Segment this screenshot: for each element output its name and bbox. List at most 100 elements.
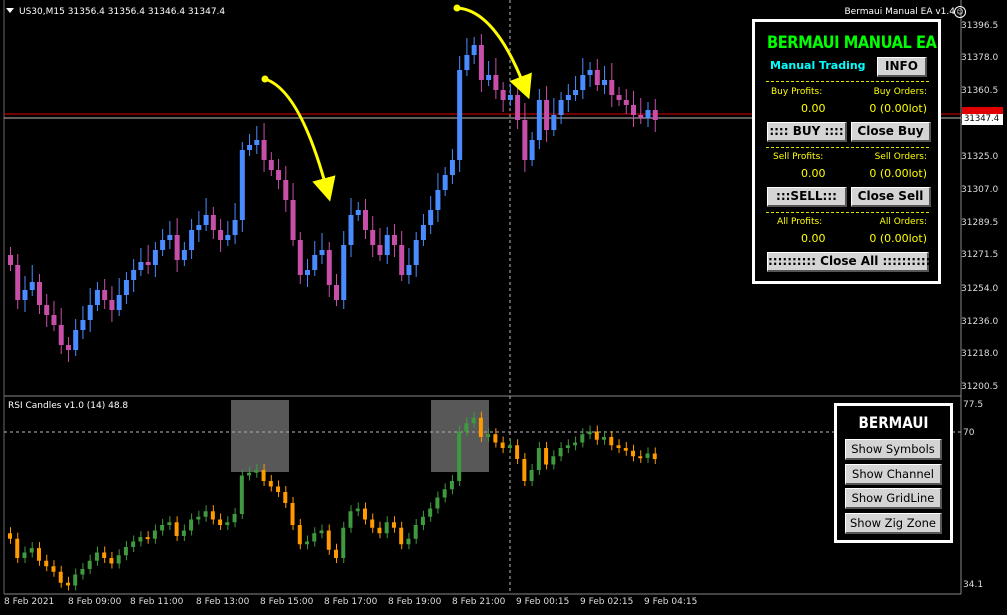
candle-body: [399, 245, 405, 275]
candle-body: [160, 240, 166, 250]
show-channel-button[interactable]: Show Channel: [845, 464, 942, 485]
time-axis-label: 8 Feb 21:00: [452, 597, 506, 607]
candle-body: [348, 215, 354, 245]
rsi-candle-body: [645, 453, 650, 458]
candle-body: [94, 290, 100, 305]
rsi-candle-body: [616, 445, 621, 448]
rsi-candle-body: [587, 431, 592, 435]
rsi-candle-body: [138, 537, 143, 542]
rsi-candle-body: [384, 522, 389, 534]
rsi-candle-body: [102, 552, 107, 558]
rsi-level-70: 70: [963, 428, 975, 438]
rsi-candle-body: [36, 548, 41, 561]
rsi-candle-body: [225, 522, 230, 525]
time-axis-label: 8 Feb 11:00: [130, 597, 184, 607]
ea-name-label: Bermaui Manual EA v1.4: [844, 7, 955, 17]
bermaui-panel-title: BERMAUI: [858, 413, 929, 432]
rsi-candle-body: [232, 514, 237, 523]
sell-orders-label: Sell Orders:: [874, 152, 927, 162]
candle-body: [239, 150, 245, 220]
rsi-candle-body: [196, 516, 201, 520]
rsi-candle-body: [247, 472, 252, 476]
sell-button[interactable]: :::SELL:::: [767, 187, 847, 207]
rsi-candle-body: [544, 448, 549, 465]
rsi-candle-body: [370, 519, 375, 528]
show-zig-zone-button[interactable]: Show Zig Zone: [845, 513, 942, 534]
close-sell-button[interactable]: Close Sell: [851, 187, 931, 207]
rsi-candle-body: [181, 530, 186, 536]
show-symbols-button[interactable]: Show Symbols: [845, 439, 942, 460]
candle-body: [529, 140, 535, 160]
candle-body: [573, 90, 579, 95]
price-axis-label: 31307.0: [961, 185, 999, 195]
rsi-candle-body: [326, 530, 331, 550]
price-axis-label: 31271.5: [961, 250, 999, 260]
rsi-candle-body: [580, 434, 585, 443]
candle-body: [609, 80, 615, 95]
candle-body: [449, 160, 455, 175]
rsi-candle-body: [174, 522, 179, 536]
rsi-candle-body: [435, 497, 440, 509]
candle-body: [210, 215, 216, 230]
all-orders-value: 0 (0.00lot): [869, 232, 927, 245]
candle-body: [616, 95, 622, 100]
show-gridline-button[interactable]: Show GridLine: [845, 488, 942, 509]
rsi-candle-body: [160, 525, 165, 531]
rsi-candle-body: [109, 558, 114, 564]
all-orders-label: All Orders:: [879, 217, 927, 227]
rsi-candle-body: [15, 538, 20, 558]
info-button[interactable]: INFO: [877, 57, 927, 77]
rsi-level-34: 34.1: [963, 580, 984, 590]
rsi-candle-body: [449, 481, 454, 490]
candle-body: [515, 95, 521, 120]
candle-body: [138, 262, 144, 270]
sell-orders-value: 0 (0.00lot): [869, 167, 927, 180]
time-axis-label: 8 Feb 09:00: [68, 597, 122, 607]
time-axis-label: 9 Feb 00:15: [516, 597, 570, 607]
close-all-button[interactable]: :::::::::: Close All ::::::::::: [767, 252, 930, 272]
rsi-candle-body: [602, 437, 607, 440]
candle-body: [102, 290, 108, 300]
candle-body: [370, 230, 376, 245]
rsi-candle-body: [87, 560, 92, 569]
rsi-candle-body: [203, 511, 208, 517]
rsi-candle-body: [594, 431, 599, 440]
rsi-candle-body: [80, 569, 85, 575]
candle-body: [464, 55, 470, 70]
candle-body: [442, 175, 448, 190]
candle-body: [203, 215, 209, 225]
rsi-candle-body: [44, 560, 49, 567]
candle-body: [196, 225, 202, 230]
candle-body: [580, 75, 586, 90]
rsi-candle-body: [276, 486, 281, 492]
buy-button[interactable]: :::: BUY ::::: [767, 122, 847, 142]
rsi-candle-body: [652, 453, 657, 459]
candle-body: [551, 115, 557, 130]
rsi-candle-body: [283, 492, 288, 503]
indicator-label: RSI Candles v1.0 (14) 48.8: [8, 401, 129, 411]
rsi-candle-body: [145, 537, 150, 540]
candle-body: [290, 200, 296, 240]
time-axis-label: 9 Feb 04:15: [644, 597, 698, 607]
rsi-candle-body: [406, 538, 411, 545]
rsi-candle-body: [420, 516, 425, 525]
sell-profits-value: 0.00: [801, 167, 826, 180]
close-buy-button[interactable]: Close Buy: [851, 122, 931, 142]
candle-body: [247, 145, 253, 150]
dropdown-triangle-icon[interactable]: [6, 8, 14, 13]
rsi-candle-body: [522, 459, 527, 481]
rsi-candle-body: [152, 530, 157, 539]
smiley-icon: ☺: [954, 6, 966, 18]
price-axis-label: 31360.5: [961, 86, 999, 96]
candle-body: [631, 105, 637, 115]
candle-body: [587, 70, 593, 75]
rsi-candle-body: [493, 434, 498, 443]
time-axis-label: 9 Feb 02:15: [580, 597, 634, 607]
time-axis-label: 8 Feb 13:00: [196, 597, 250, 607]
bermaui-panel: BERMAUI Show Symbols Show Channel Show G…: [834, 403, 953, 543]
candle-body: [558, 100, 564, 115]
candle-body: [145, 262, 151, 265]
price-axis-label: 31378.0: [961, 53, 999, 63]
rsi-candle-body: [65, 582, 70, 586]
candle-body: [638, 115, 644, 118]
